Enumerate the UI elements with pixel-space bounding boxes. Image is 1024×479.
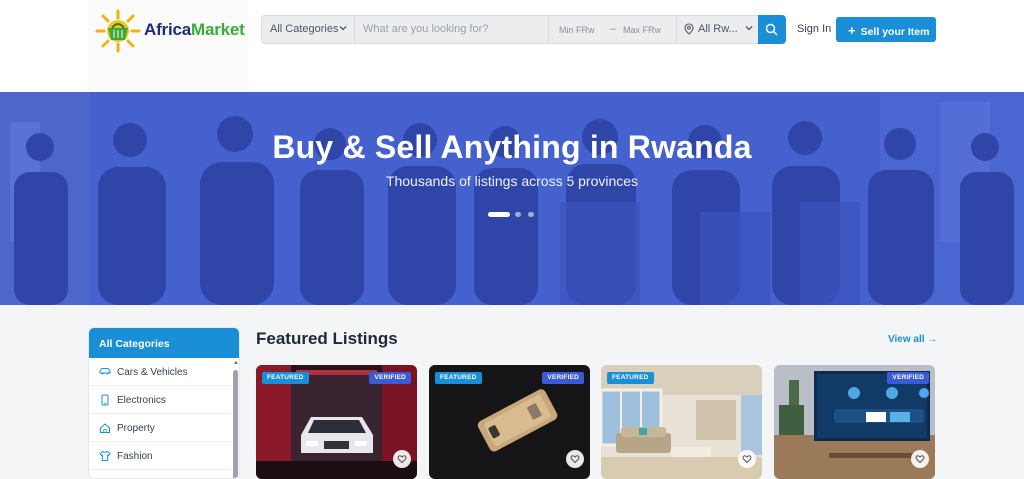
sidebar-item-property[interactable]: Property [89, 414, 230, 442]
category-sidebar: All Categories Cars & Vehicles Electroni… [88, 327, 240, 479]
category-select-label: All Categories [270, 23, 339, 35]
location-pin-icon [684, 23, 694, 35]
hero-banner: Buy & Sell Anything in Rwanda Thousands … [0, 92, 1024, 305]
heart-icon [570, 455, 580, 464]
sidebar-item-label: Cars & Vehicles [117, 367, 188, 378]
price-range: Min FRw – Max FRw [548, 16, 674, 43]
max-price-input[interactable]: Max FRw [623, 25, 661, 35]
listing-card[interactable]: VERIFIED [774, 365, 935, 479]
search-input[interactable]: What are you looking for? [363, 23, 488, 35]
search-button[interactable] [758, 15, 786, 44]
favorite-button[interactable] [911, 450, 929, 468]
site-header: AfricaMarket All Categories What are you… [0, 0, 1024, 92]
favorite-button[interactable] [566, 450, 584, 468]
min-price-input[interactable]: Min FRw [559, 25, 595, 35]
price-dash: – [610, 23, 617, 35]
shirt-icon [99, 450, 111, 461]
scrollbar-thumb[interactable] [233, 370, 238, 478]
sidebar-scrollbar[interactable]: ▲ [232, 360, 239, 478]
brand-name-africa: Africa [144, 20, 191, 39]
location-select[interactable]: All Rw... [676, 16, 760, 43]
brand-name-market: Market [191, 20, 245, 39]
chevron-down-icon [339, 26, 347, 31]
featured-listings-title: Featured Listings [256, 329, 398, 348]
logo-icon[interactable] [94, 8, 142, 54]
location-select-label: All Rw... [698, 23, 738, 35]
car-icon [99, 368, 111, 375]
sidebar-item-label: Electronics [117, 395, 166, 406]
view-all-link[interactable]: View all → [888, 334, 937, 345]
search-icon [765, 23, 778, 36]
listing-card[interactable]: FEATURED [601, 365, 762, 479]
listing-card[interactable]: FEATURED VERIFIED [429, 365, 590, 479]
plus-icon: + [848, 23, 856, 38]
house-icon [100, 423, 110, 433]
featured-badge: FEATURED [607, 372, 654, 384]
sidebar-item-label: Fashion [117, 451, 153, 462]
sell-item-button[interactable]: + Sell your Item [836, 17, 936, 42]
sidebar-item-fashion[interactable]: Fashion [89, 442, 230, 470]
sidebar-item-cars-vehicles[interactable]: Cars & Vehicles [89, 358, 230, 386]
verified-badge: VERIFIED [542, 372, 584, 384]
phone-icon [101, 394, 109, 406]
chevron-down-icon [745, 26, 753, 31]
heart-icon [915, 455, 925, 464]
featured-badge: FEATURED [435, 372, 482, 384]
favorite-button[interactable] [738, 450, 756, 468]
carousel-dot[interactable] [515, 212, 521, 217]
listing-card[interactable]: FEATURED VERIFIED [256, 365, 417, 479]
sidebar-item-label: Property [117, 423, 155, 434]
hero-overlay [0, 92, 1024, 305]
sign-in-link[interactable]: Sign In [797, 23, 831, 35]
hero-title: Buy & Sell Anything in Rwanda [272, 129, 752, 165]
heart-icon [397, 455, 407, 464]
carousel-dot[interactable] [528, 212, 534, 217]
favorite-button[interactable] [393, 450, 411, 468]
main-content: All Categories Cars & Vehicles Electroni… [0, 305, 1024, 479]
sell-item-label: Sell your Item [860, 26, 930, 38]
search-bar: All Categories What are you looking for?… [261, 15, 759, 44]
hero-subtitle: Thousands of listings across 5 provinces [385, 173, 639, 189]
brand-name[interactable]: AfricaMarket [144, 20, 245, 40]
carousel-dot-active[interactable] [488, 212, 510, 217]
verified-badge: VERIFIED [369, 372, 411, 384]
sidebar-item-electronics[interactable]: Electronics [89, 386, 230, 414]
verified-badge: VERIFIED [887, 372, 929, 384]
featured-badge: FEATURED [262, 372, 309, 384]
heart-icon [742, 455, 752, 464]
scroll-up-arrow-icon[interactable]: ▲ [233, 360, 239, 366]
sidebar-header[interactable]: All Categories [89, 328, 239, 358]
category-select[interactable]: All Categories [262, 16, 355, 43]
